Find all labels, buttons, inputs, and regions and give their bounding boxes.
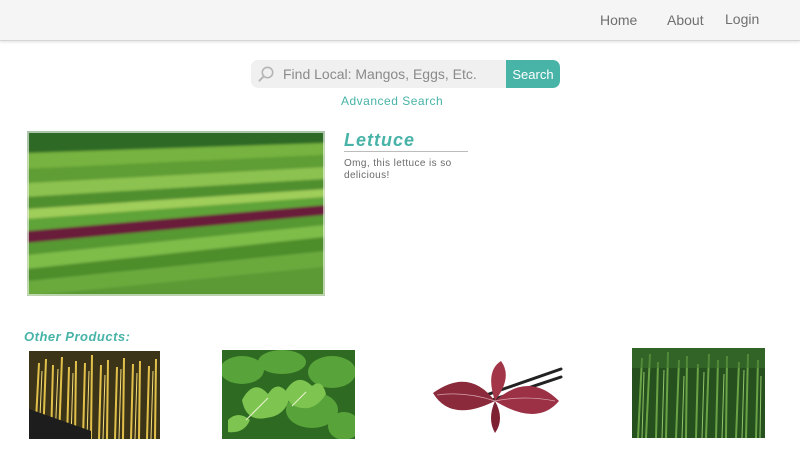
search-button[interactable]: Search <box>506 60 560 88</box>
product-image-lettuce <box>25 129 327 298</box>
product-thumb-sprouts[interactable] <box>29 351 160 439</box>
other-products-heading: Other Products: <box>24 329 131 344</box>
product-thumb-shiso[interactable] <box>429 357 563 437</box>
product-thumb-rosemary[interactable] <box>632 348 765 438</box>
nav-login-link[interactable]: Login <box>725 11 759 27</box>
nav-home-link[interactable]: Home <box>600 12 637 28</box>
search-bar: Search <box>251 60 560 88</box>
product-description: Omg, this lettuce is so delicious! <box>344 158 452 181</box>
search-input[interactable] <box>281 60 506 88</box>
product-title: Lettuce <box>344 130 416 150</box>
nav-about-link[interactable]: About <box>667 12 704 28</box>
advanced-search-link[interactable]: Advanced Search <box>341 94 443 108</box>
product-thumb-parsley[interactable] <box>222 350 355 439</box>
search-icon <box>257 65 275 83</box>
title-divider <box>344 151 468 152</box>
top-navbar: Home About Login <box>0 0 800 41</box>
